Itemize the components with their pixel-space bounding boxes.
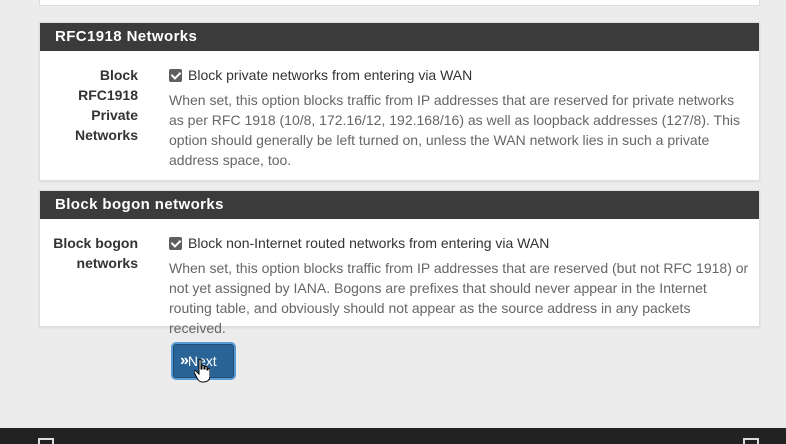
footer-left-icon: [38, 438, 54, 444]
hand-cursor-icon: [194, 359, 210, 383]
footer: [0, 428, 786, 444]
bogon-checkbox[interactable]: [169, 236, 182, 250]
bogon-checkbox-label[interactable]: Block non-Internet routed networks from …: [188, 233, 549, 253]
bogon-checkbox-line[interactable]: Block non-Internet routed networks from …: [169, 233, 751, 253]
rfc1918-field-label: Block RFC1918 Private Networks: [74, 67, 138, 143]
rfc1918-checkbox[interactable]: [169, 68, 182, 82]
bogon-field-content: Block non-Internet routed networks from …: [169, 233, 751, 338]
rfc1918-help-text: When set, this option blocks traffic fro…: [169, 92, 740, 168]
rfc1918-panel-heading: RFC1918 Networks: [40, 23, 759, 51]
previous-panel-fragment: [39, 0, 760, 6]
bogon-field-label: Block bogon networks: [53, 235, 138, 271]
rfc1918-field-content: Block private networks from entering via…: [169, 65, 751, 170]
footer-right-icon: [743, 438, 759, 444]
double-chevron-right-icon: »: [180, 352, 189, 369]
rfc1918-checkbox-label[interactable]: Block private networks from entering via…: [188, 65, 472, 85]
rfc1918-checkbox-line[interactable]: Block private networks from entering via…: [169, 65, 751, 85]
rfc1918-panel: RFC1918 Networks Block RFC1918 Private N…: [39, 22, 760, 181]
bogon-panel-heading: Block bogon networks: [40, 191, 759, 219]
bogon-panel: Block bogon networks Block bogon network…: [39, 190, 760, 336]
bogon-help-text: When set, this option blocks traffic fro…: [169, 260, 749, 336]
